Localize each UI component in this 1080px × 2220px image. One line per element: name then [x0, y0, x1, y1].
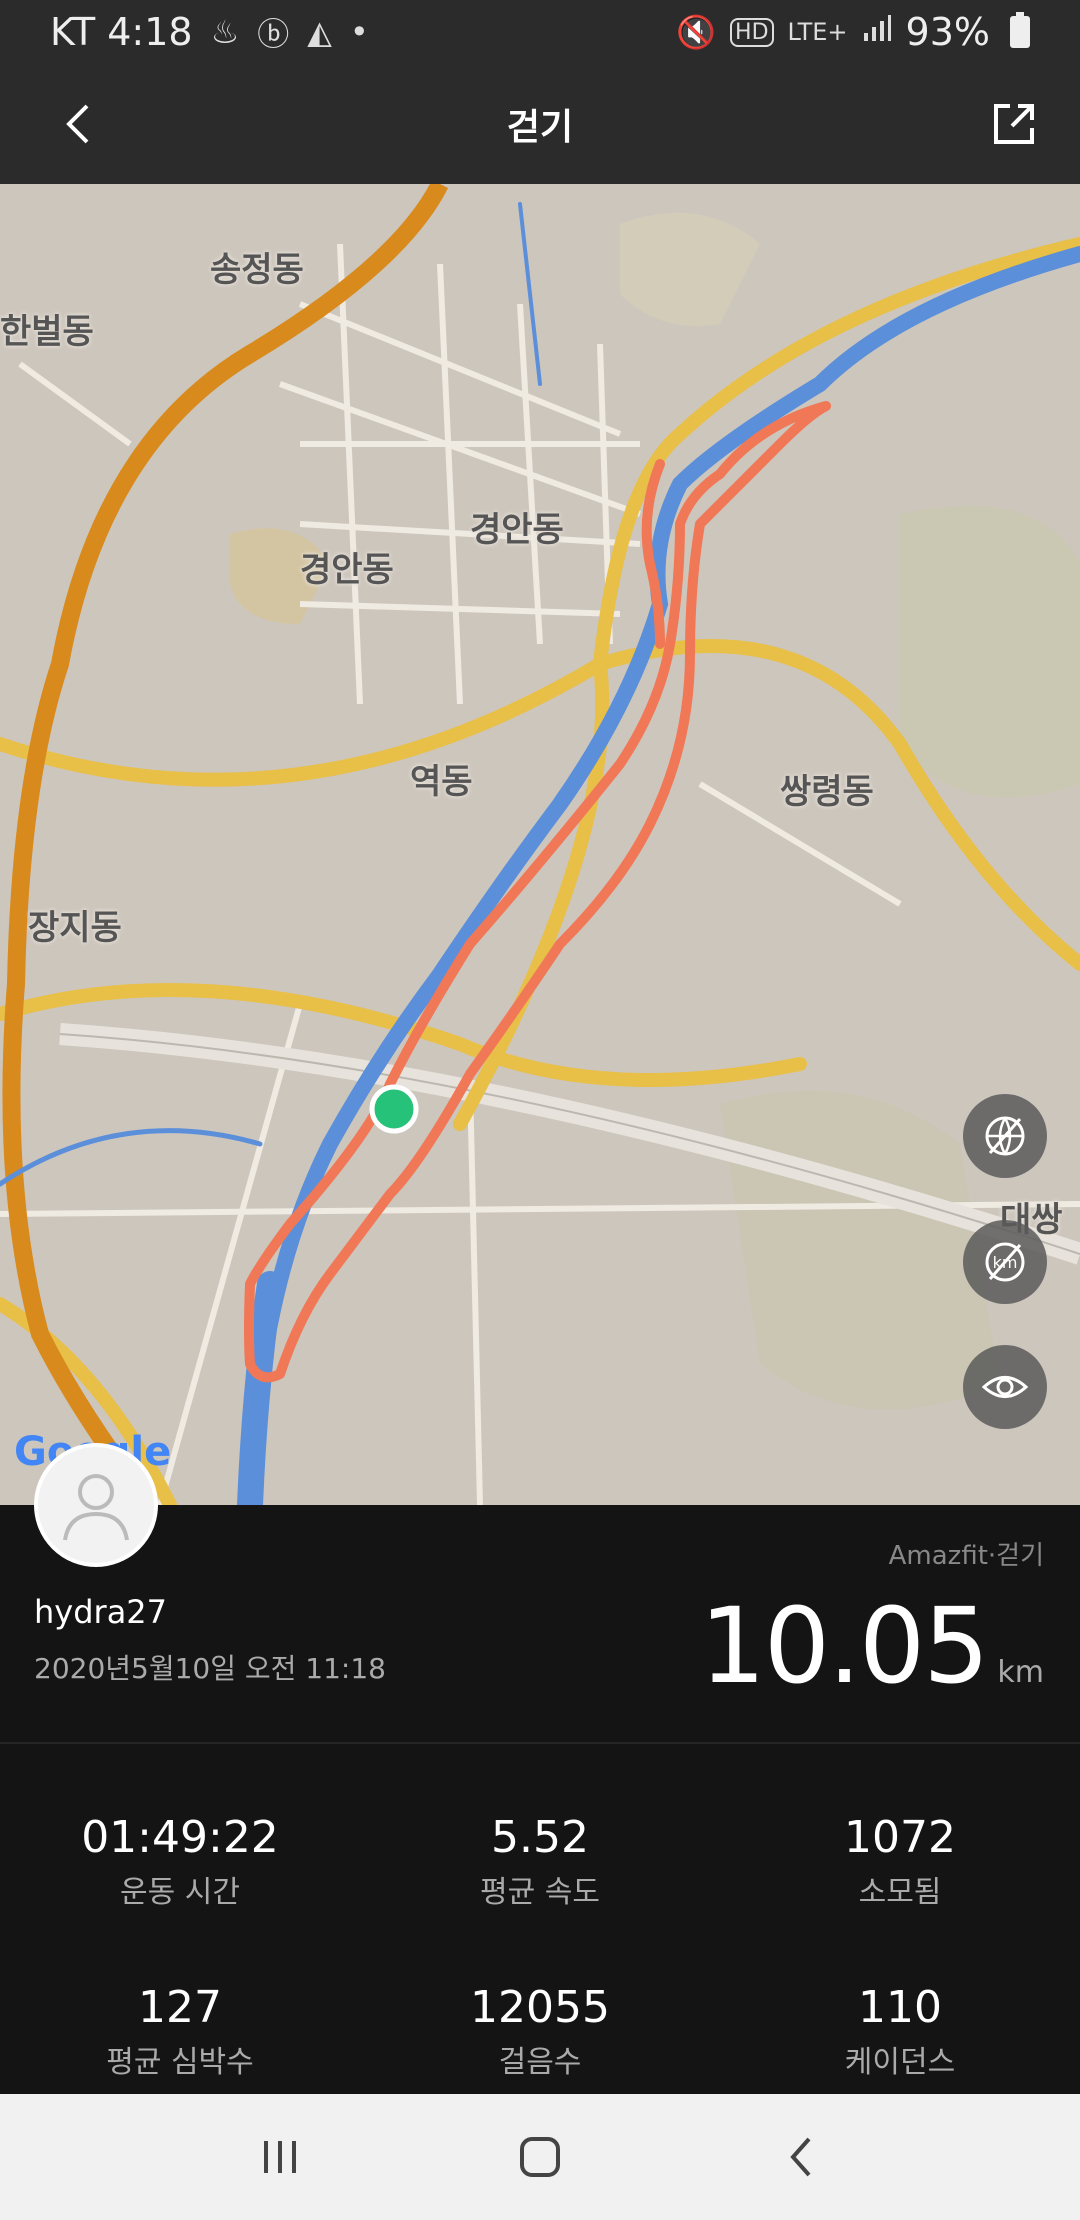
stat-duration: 01:49:22 운동 시간	[0, 1812, 360, 1911]
activity-source: Amazfit·걷기	[888, 1541, 1044, 1571]
app-bar: 걷기	[0, 64, 1080, 184]
stat-label: 걸음수	[498, 2045, 582, 2080]
stat-steps: 12055 걸음수	[360, 1982, 720, 2081]
distance-display: 10.05 km	[700, 1585, 1044, 1707]
map-canvas	[0, 184, 1080, 1505]
status-bar: KT 4:18 ♨ ⓑ ◭ • 🔇 HD LTE+ 93%	[0, 0, 1080, 64]
back-arrow-icon[interactable]	[50, 96, 106, 152]
map-label-gyeongan-2: 경안동	[300, 550, 394, 590]
stat-value: 1072	[844, 1812, 956, 1863]
activity-datetime: 2020년5월10일 오전 11:18	[34, 1652, 386, 1685]
status-time: KT 4:18	[50, 10, 193, 54]
home-icon[interactable]	[500, 2117, 580, 2197]
stat-label: 운동 시간	[120, 1875, 240, 1910]
stat-value: 12055	[470, 1982, 610, 2033]
hd-voice-icon: HD	[730, 17, 774, 47]
notification-icon: ♨	[210, 13, 240, 51]
mute-icon: 🔇	[676, 13, 717, 51]
recent-apps-icon[interactable]	[240, 2117, 320, 2197]
more-notifications-icon: •	[349, 13, 369, 51]
globe-off-icon[interactable]	[963, 1094, 1047, 1178]
map-label-jangji: 장지동	[28, 908, 122, 948]
map-label-gyeongan-1: 경안동	[470, 510, 564, 550]
network-type-icon: LTE+	[787, 18, 848, 46]
avatar[interactable]	[34, 1443, 158, 1567]
stat-label: 평균 속도	[480, 1875, 600, 1910]
map-label-ssangnyeong: 쌍령동	[780, 772, 874, 812]
stat-value: 5.52	[491, 1812, 589, 1863]
share-icon[interactable]	[984, 94, 1044, 154]
map-label-yeok: 역동	[410, 762, 473, 802]
stat-value: 127	[138, 1982, 222, 2033]
stat-label: 소모됨	[858, 1875, 942, 1910]
battery-percent: 93%	[905, 10, 990, 54]
km-off-icon[interactable]: km	[963, 1220, 1047, 1304]
app-triangle-icon: ◭	[307, 13, 332, 51]
b-app-icon: ⓑ	[257, 15, 290, 53]
system-nav-bar	[0, 2094, 1080, 2220]
back-icon[interactable]	[760, 2117, 840, 2197]
map-label-songjeong: 송정동	[210, 250, 304, 290]
distance-value: 10.05	[699, 1585, 990, 1707]
stat-calories: 1072 소모됨	[720, 1812, 1080, 1911]
stats-grid: 01:49:22 운동 시간 5.52 평균 속도 1072 소모됨 127 평…	[0, 1744, 1080, 2094]
distance-unit: km	[997, 1655, 1044, 1690]
page-title: 걷기	[506, 107, 574, 148]
stat-avg-heart-rate: 127 평균 심박수	[0, 1982, 360, 2081]
stat-cadence: 110 케이던스	[720, 1982, 1080, 2081]
eye-icon[interactable]	[963, 1345, 1047, 1429]
activity-summary: hydra27 2020년5월10일 오전 11:18 Amazfit·걷기 1…	[0, 1443, 1080, 1745]
stat-label: 평균 심박수	[106, 2045, 254, 2080]
username: hydra27	[34, 1593, 168, 1631]
user-icon	[63, 1474, 129, 1541]
stat-avg-speed: 5.52 평균 속도	[360, 1812, 720, 1911]
stat-value: 110	[858, 1982, 942, 2033]
stat-value: 01:49:22	[81, 1812, 279, 1863]
route-map[interactable]: 송정동 한벌동 경안동 경안동 역동 쌍령동 장지동 대쌍 Google km	[0, 184, 1080, 1505]
signal-icon	[862, 13, 892, 51]
stat-label: 케이던스	[844, 2045, 956, 2080]
map-label-hanbeol: 한벌동	[0, 312, 94, 352]
battery-icon	[1010, 12, 1030, 48]
